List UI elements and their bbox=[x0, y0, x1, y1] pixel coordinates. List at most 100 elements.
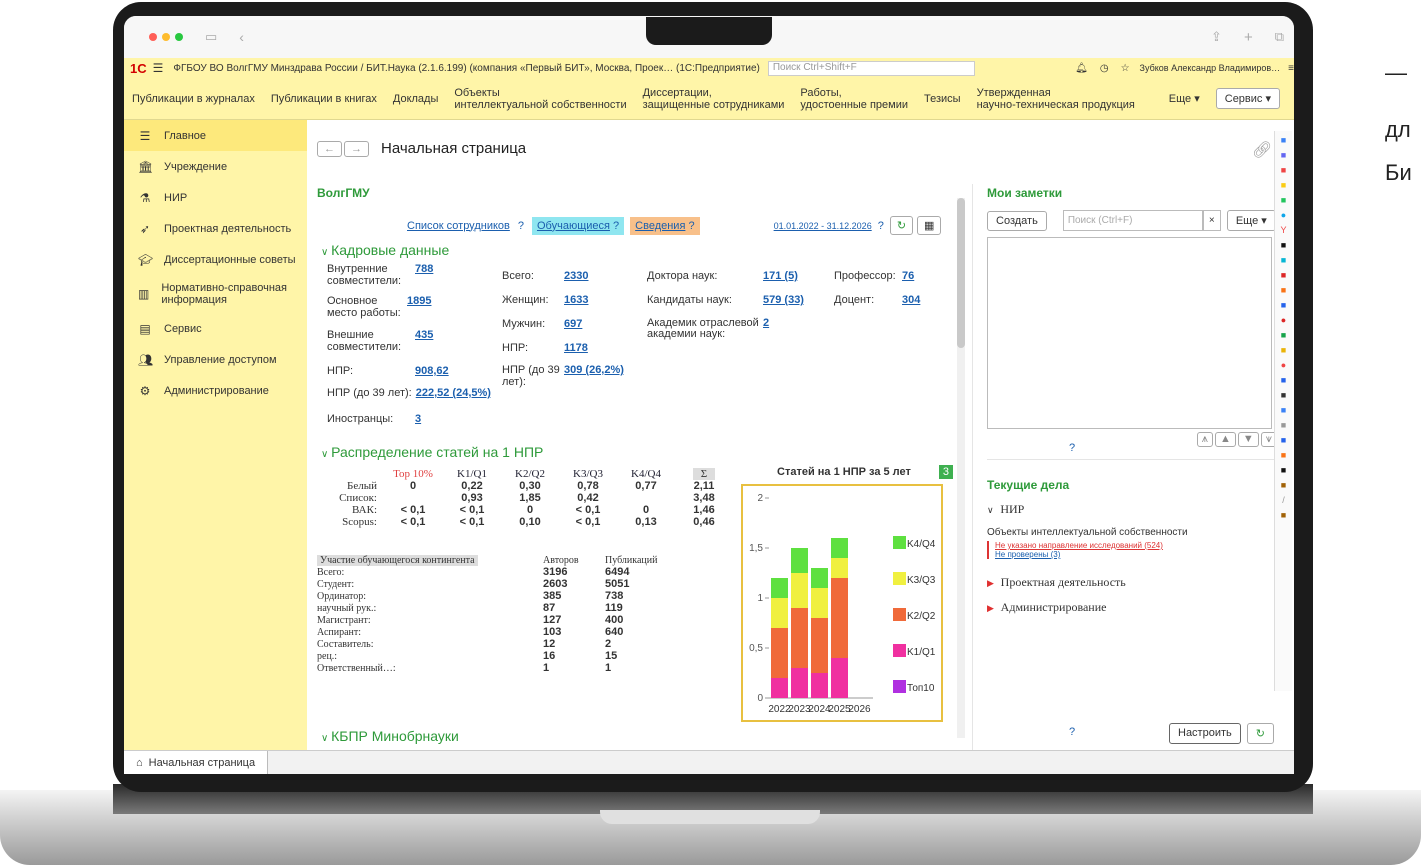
ext-icon[interactable]: ■ bbox=[1281, 375, 1286, 385]
share-icon[interactable]: ⇪ bbox=[1211, 29, 1222, 45]
sidebar-item-service[interactable]: ▤ Сервис bbox=[124, 313, 307, 344]
kadr-value[interactable]: 435 bbox=[415, 329, 433, 359]
ext-icon[interactable]: ■ bbox=[1281, 480, 1286, 490]
setup-button[interactable]: Настроить bbox=[1169, 723, 1241, 744]
create-note-button[interactable]: Создать bbox=[987, 210, 1047, 231]
tasks-nir[interactable]: ∨ НИР bbox=[987, 502, 1277, 517]
zoom-dot[interactable] bbox=[175, 33, 183, 41]
tasks-project[interactable]: ▶ Проектная деятельность bbox=[987, 575, 1277, 590]
notes-textarea[interactable] bbox=[987, 237, 1272, 429]
period-link[interactable]: 01.01.2022 - 31.12.2026 bbox=[774, 221, 872, 231]
kadr-value[interactable]: 304 bbox=[902, 294, 920, 318]
kadr-value[interactable]: 1178 bbox=[564, 342, 588, 364]
sidebar-toggle-icon[interactable]: ▭ bbox=[205, 29, 217, 45]
menu-dissertations[interactable]: Диссертации, защищенные сотрудниками bbox=[635, 87, 793, 111]
kadr-value[interactable]: 908,62 bbox=[415, 365, 449, 387]
back-icon[interactable]: ‹ bbox=[239, 29, 244, 45]
kadr-value[interactable]: 1633 bbox=[564, 294, 588, 318]
ext-icon[interactable]: ■ bbox=[1281, 390, 1286, 400]
clear-icon[interactable]: × bbox=[1202, 210, 1221, 231]
ext-icon[interactable]: ■ bbox=[1281, 300, 1286, 310]
ext-icon[interactable]: / bbox=[1282, 495, 1285, 505]
kbpr-heading[interactable]: ∨ КБПР Минобрнауки bbox=[321, 728, 459, 744]
settings-menu-icon[interactable]: ≡ bbox=[1288, 63, 1294, 74]
sidebar-item-institution[interactable]: 🏛︎ Учреждение bbox=[124, 151, 307, 182]
kadr-value[interactable]: 579 (33) bbox=[763, 294, 804, 318]
calendar-button[interactable]: ▦ bbox=[917, 216, 942, 235]
close-dot[interactable] bbox=[149, 33, 157, 41]
global-search-input[interactable]: Поиск Ctrl+Shift+F bbox=[767, 60, 976, 76]
ext-icon[interactable]: ■ bbox=[1281, 330, 1286, 340]
service-button[interactable]: Сервис ▾ bbox=[1215, 88, 1280, 109]
user-name[interactable]: Зубков Александр Владимиров… bbox=[1140, 63, 1281, 73]
scrollbar[interactable] bbox=[957, 198, 965, 738]
kadr-value[interactable]: 171 (5) bbox=[763, 270, 798, 294]
ext-icon[interactable]: ■ bbox=[1281, 285, 1286, 295]
menu-awards[interactable]: Работы, удостоенные премии bbox=[792, 87, 916, 111]
ext-icon[interactable]: ■ bbox=[1281, 435, 1286, 445]
kadr-value[interactable]: 697 bbox=[564, 318, 582, 342]
dist-heading[interactable]: ∨ Распределение статей на 1 НПР bbox=[321, 444, 543, 460]
refresh-button[interactable]: ↻ bbox=[889, 216, 914, 235]
help-icon[interactable]: ? bbox=[688, 220, 694, 232]
kadr-value[interactable]: 309 (26,2%) bbox=[564, 364, 624, 392]
sidebar-item-admin[interactable]: ⚙ Администрирование bbox=[124, 375, 307, 406]
tasks-admin[interactable]: ▶ Администрирование bbox=[987, 600, 1277, 615]
menu-reports[interactable]: Доклады bbox=[385, 93, 447, 105]
staff-list-link[interactable]: Список сотрудников bbox=[407, 220, 510, 232]
kadr-value[interactable]: 2330 bbox=[564, 270, 588, 294]
students-link[interactable]: Обучающиеся bbox=[537, 220, 610, 232]
sidebar-item-main[interactable]: ☰ Главное bbox=[124, 120, 307, 151]
link-icon[interactable]: 🔗︎ bbox=[1252, 140, 1272, 160]
ext-icon[interactable]: ■ bbox=[1281, 255, 1286, 265]
ext-icon[interactable]: ■ bbox=[1281, 450, 1286, 460]
ext-icon[interactable]: ■ bbox=[1281, 180, 1286, 190]
kadr-value[interactable]: 3 bbox=[415, 413, 421, 433]
ext-icon[interactable]: ■ bbox=[1281, 420, 1286, 430]
sidebar-item-access[interactable]: 👥︎ Управление доступом bbox=[124, 344, 307, 375]
bell-icon[interactable]: 🔔︎ bbox=[1075, 63, 1088, 74]
ext-icon[interactable]: ■ bbox=[1281, 135, 1286, 145]
ext-icon[interactable]: ■ bbox=[1281, 195, 1286, 205]
ext-icon[interactable]: ■ bbox=[1281, 465, 1286, 475]
move-up-icon[interactable]: ▲ bbox=[1215, 432, 1236, 447]
menu-icon[interactable]: ☰ bbox=[153, 61, 164, 75]
kadr-value[interactable]: 1895 bbox=[407, 295, 431, 325]
ext-icon[interactable]: ● bbox=[1281, 315, 1286, 325]
task-link-unchecked[interactable]: Не проверены (3) bbox=[995, 550, 1277, 559]
minimize-dot[interactable] bbox=[162, 33, 170, 41]
nav-back-button[interactable]: ← bbox=[317, 140, 342, 157]
ext-icon[interactable]: ■ bbox=[1281, 345, 1286, 355]
ext-icon[interactable]: ■ bbox=[1281, 150, 1286, 160]
ext-icon[interactable]: ■ bbox=[1281, 165, 1286, 175]
ext-icon[interactable]: ■ bbox=[1281, 405, 1286, 415]
kadr-value[interactable]: 76 bbox=[902, 270, 914, 294]
move-down-icon[interactable]: ▼ bbox=[1237, 432, 1259, 447]
menu-more[interactable]: Еще ▾ bbox=[1161, 93, 1208, 105]
ext-icon[interactable]: ■ bbox=[1281, 240, 1286, 250]
help-icon[interactable]: ? bbox=[613, 220, 619, 232]
ext-icon[interactable]: ● bbox=[1281, 360, 1286, 370]
ext-icon[interactable]: Y bbox=[1280, 225, 1286, 235]
sidebar-item-nir[interactable]: ⚗ НИР bbox=[124, 182, 307, 213]
menu-theses[interactable]: Тезисы bbox=[916, 93, 969, 105]
tab-home[interactable]: ⌂ Начальная страница bbox=[124, 750, 269, 774]
tabs-icon[interactable]: ⧉ bbox=[1275, 29, 1284, 45]
menu-journals[interactable]: Публикации в журналах bbox=[124, 93, 263, 105]
help-icon[interactable]: ? bbox=[518, 220, 524, 232]
ext-icon[interactable]: ■ bbox=[1281, 270, 1286, 280]
menu-books[interactable]: Публикации в книгах bbox=[263, 93, 385, 105]
info-link[interactable]: Сведения bbox=[635, 220, 685, 232]
menu-ip[interactable]: Объекты интеллектуальной собственности bbox=[446, 87, 634, 111]
move-top-icon[interactable]: ⩚ bbox=[1196, 432, 1213, 447]
ext-icon[interactable]: ● bbox=[1281, 210, 1286, 220]
menu-products[interactable]: Утвержденная научно-техническая продукци… bbox=[969, 87, 1143, 111]
tasks-refresh-button[interactable]: ↻ bbox=[1246, 723, 1274, 744]
sidebar-item-councils[interactable]: 🎓︎ Диссертационные советы bbox=[124, 244, 307, 275]
star-icon[interactable]: ☆ bbox=[1121, 63, 1130, 74]
ext-icon[interactable]: ■ bbox=[1281, 510, 1286, 520]
kadr-value[interactable]: 788 bbox=[415, 263, 433, 291]
notes-search-input[interactable]: Поиск (Ctrl+F) bbox=[1062, 210, 1203, 231]
task-link-direction[interactable]: Не указано направление исследований (524… bbox=[995, 541, 1277, 550]
sidebar-item-reference[interactable]: ▥ Нормативно-справочная информация bbox=[124, 275, 307, 313]
